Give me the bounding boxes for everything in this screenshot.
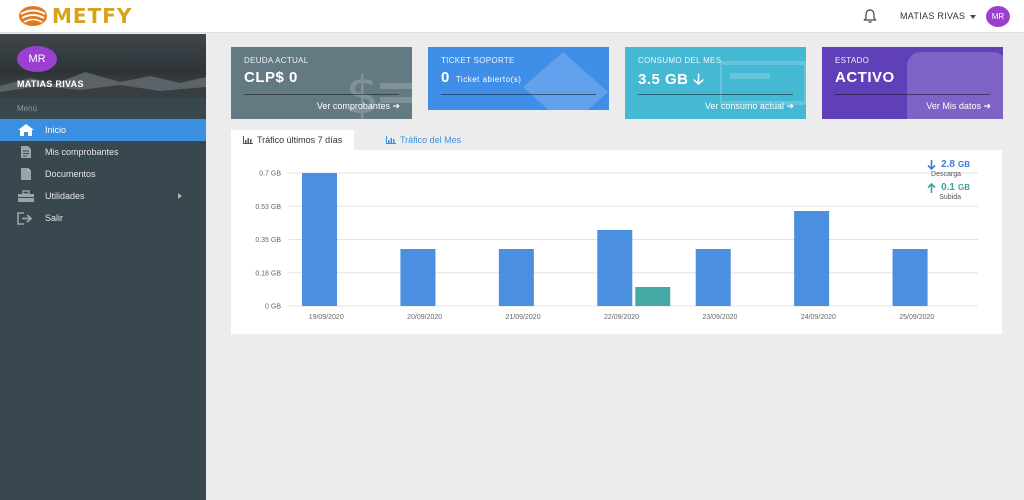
download-value: 2.8 GB [895,159,970,170]
card-title: ESTADO [835,56,870,65]
x-tick-label: 23/09/2020 [702,314,737,321]
profile-name: MATIAS RIVAS [17,79,84,89]
card-link-mis-datos[interactable]: Ver Mis datos ➔ [926,101,991,112]
card-value: 3.5 GB 🡣 [638,71,705,88]
y-tick-label: 0 GB [265,304,281,311]
home-icon [16,123,36,137]
document-icon [16,167,36,181]
y-tick-label: 0.7 GB [259,171,281,178]
chevron-right-icon [178,193,182,199]
download-unit: GB [958,160,970,169]
card-divider [441,94,596,95]
card-value: ACTIVO [835,69,895,86]
arrow-up-icon [927,182,936,193]
bar-descarga [695,249,731,306]
x-tick-label: 22/09/2020 [604,314,639,321]
upload-label: Subida [939,194,961,201]
x-tick-label: 24/09/2020 [801,314,836,321]
top-bar: METFY MATIAS RIVAS MR [0,0,1024,33]
tab-trafico-del-mes[interactable]: Tráfico del Mes [374,130,473,150]
x-tick-label: 19/09/2020 [309,314,344,321]
bar-descarga [498,249,534,306]
sidebar-item-mis-comprobantes[interactable]: Mis comprobantes [0,141,206,163]
card-divider [244,94,399,95]
card-value: 0 Ticket abierto(s) [441,69,521,86]
upload-unit: GB [958,183,970,192]
card-title: DEUDA ACTUAL [244,56,309,65]
y-tick-label: 0.53 GB [255,204,281,211]
bar-chart-icon [386,136,396,144]
legend-download: 2.8 GB Descarga [895,159,970,178]
user-menu[interactable]: MATIAS RIVAS [900,11,965,21]
upload-amount: 0.1 [941,182,955,193]
logo-icon [19,6,47,26]
menu-label: Menú [17,104,38,113]
card-deuda-actual: $ DEUDA ACTUAL CLP$ 0 Ver comprobantes ➔ [231,47,412,119]
bar-descarga [302,173,337,306]
chevron-down-icon[interactable] [970,15,976,19]
x-tick-label: 25/09/2020 [899,314,934,321]
sidebar-item-utilidades[interactable]: Utilidades [0,185,206,207]
sidebar-item-documentos[interactable]: Documentos [0,163,206,185]
x-tick-label: 20/09/2020 [407,314,442,321]
card-title: TICKET SOPORTE [441,56,515,65]
receipt-icon [16,145,36,159]
ticket-subtext: Ticket abierto(s) [455,75,522,84]
traffic-chart-panel: 0 GB 0.18 GB 0.35 GB 0.53 GB 0.7 GB 19/09/202… [231,150,1002,334]
card-value: CLP$ 0 [244,69,298,86]
bar-descarga [794,211,830,306]
bar-descarga [892,249,928,306]
avatar[interactable]: MR [986,6,1010,27]
download-label: Descarga [931,171,961,178]
ticket-count: 0 [441,69,450,86]
card-title: CONSUMO DEL MES [638,56,722,65]
bar-descarga [400,249,436,306]
x-tick-label: 21/09/2020 [506,314,541,321]
sidebar-item-inicio[interactable]: Inicio [0,119,206,141]
arrow-down-icon [927,159,936,170]
card-link-consumo[interactable]: Ver consumo actual ➔ [705,101,794,112]
logo[interactable]: METFY [18,4,133,28]
tab-label: Tráfico del Mes [400,135,462,145]
download-amount: 2.8 [941,159,955,170]
card-estado: ESTADO ACTIVO Ver Mis datos ➔ [822,47,1003,119]
upload-value: 0.1 GB [895,182,970,193]
sidebar: MR MATIAS RIVAS Menú Inicio Mis comproba… [0,34,206,500]
logout-icon [16,211,36,225]
sidebar-item-label: Utilidades [45,191,85,201]
logo-text: METFY [52,4,133,28]
sidebar-item-label: Mis comprobantes [45,147,119,157]
traffic-bar-chart: 0 GB 0.18 GB 0.35 GB 0.53 GB 0.7 GB 19/09/202… [255,171,978,321]
sidebar-item-label: Documentos [45,169,96,179]
sidebar-item-label: Salir [45,213,64,223]
card-link-comprobantes[interactable]: Ver comprobantes ➔ [317,101,400,112]
bar-chart-icon [243,136,253,144]
toolbox-icon [16,189,36,203]
card-ticket-soporte: TICKET SOPORTE 0 Ticket abierto(s) [428,47,609,110]
tab-trafico-7-dias[interactable]: Tráfico últimos 7 días [231,130,355,150]
bar-descarga [597,230,633,306]
sidebar-item-label: Inicio [45,125,67,135]
bell-icon[interactable] [862,8,878,24]
tab-label: Tráfico últimos 7 días [257,135,343,145]
y-tick-label: 0.35 GB [255,237,281,244]
bar-subida [635,287,671,306]
y-tick-label: 0.18 GB [255,270,281,277]
profile-avatar: MR [17,46,57,72]
card-divider [638,94,793,95]
card-consumo-del-mes: CONSUMO DEL MES 3.5 GB 🡣 Ver consumo act… [625,47,806,119]
legend-upload: 0.1 GB Subida [895,182,970,201]
card-divider [835,94,990,95]
sidebar-item-salir[interactable]: Salir [0,207,206,229]
profile-header: MR MATIAS RIVAS [0,34,206,98]
